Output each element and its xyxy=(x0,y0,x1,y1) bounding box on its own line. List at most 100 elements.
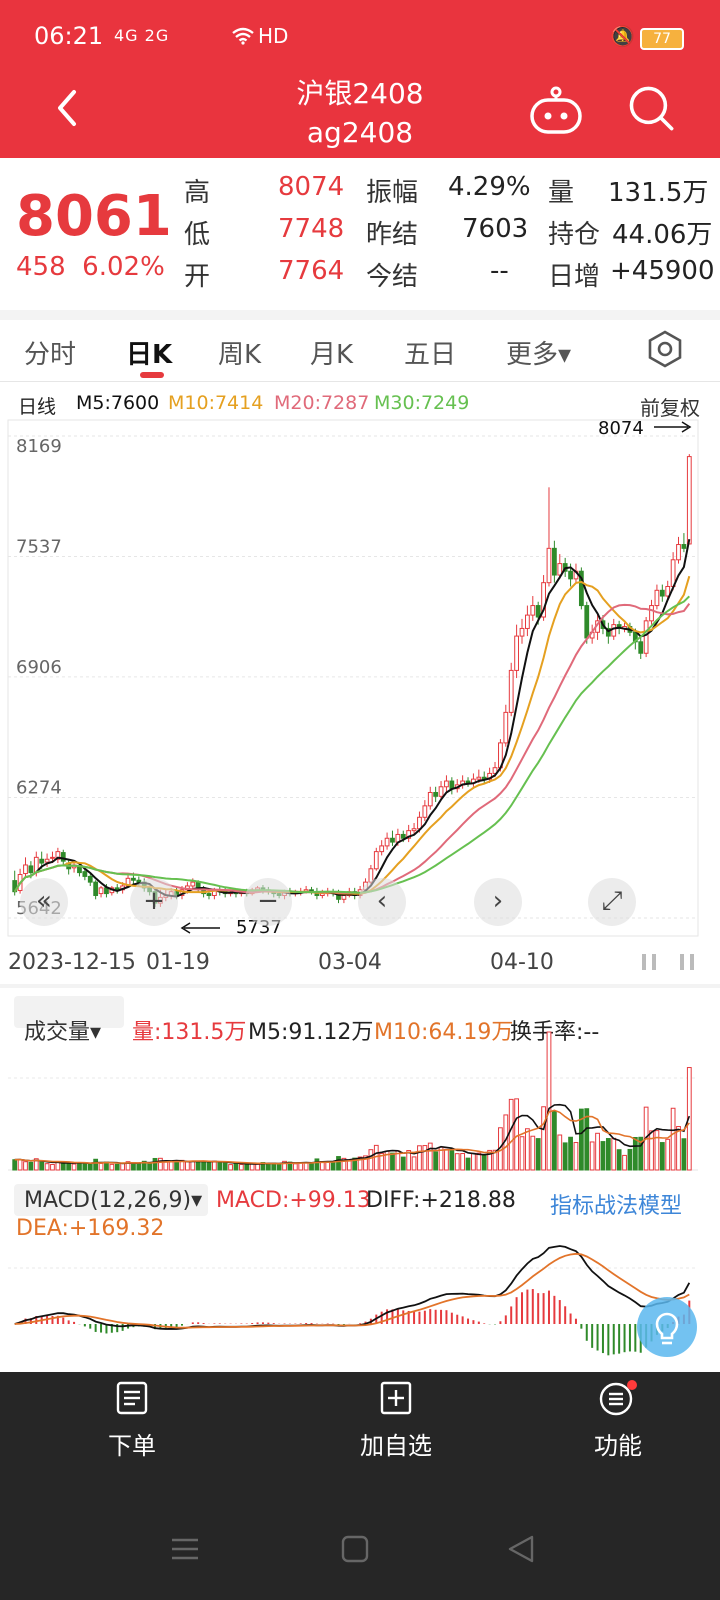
system-back-icon[interactable] xyxy=(506,1534,536,1564)
tab-five-day[interactable]: 五日 xyxy=(404,334,456,371)
candle-body xyxy=(98,887,104,895)
tab-more[interactable]: 更多▾ xyxy=(506,334,571,371)
tab-daily-k[interactable]: 日K xyxy=(126,334,172,371)
volume-bar xyxy=(562,1142,568,1171)
volume-bar xyxy=(185,1161,190,1171)
volume-bar xyxy=(152,1157,158,1171)
lightbulb-icon[interactable] xyxy=(636,1296,698,1358)
ma5-legend: M5:7600 xyxy=(76,392,160,414)
volume-bar xyxy=(573,1142,579,1171)
volume-bar xyxy=(336,1156,341,1171)
volume-bar xyxy=(238,1163,244,1171)
low-label: 低 xyxy=(184,220,211,250)
macd-indicator-label[interactable]: MACD(12,26,9)▾ xyxy=(24,1188,202,1213)
high-value: 8074 xyxy=(278,172,345,202)
candle-body xyxy=(611,624,617,637)
x-tick-label: 03-04 xyxy=(318,950,382,975)
price-adjust-label[interactable]: 前复权 xyxy=(640,392,700,421)
volume-bar xyxy=(71,1163,77,1171)
zoom-in-button[interactable]: + xyxy=(130,878,178,926)
macd-chart[interactable] xyxy=(0,1240,720,1364)
volume-chart[interactable] xyxy=(0,1030,720,1172)
tab-monthly-k[interactable]: 月K xyxy=(310,334,353,371)
dea-value: DEA:+169.32 xyxy=(16,1216,165,1241)
candle-body xyxy=(28,865,34,874)
indicator-model-link[interactable]: 指标战法模型 xyxy=(550,1188,682,1220)
volume-bar xyxy=(93,1158,99,1171)
candle-body xyxy=(87,875,93,883)
volume-bar xyxy=(557,1134,563,1171)
volume-bar xyxy=(514,1098,519,1171)
zoom-out-button[interactable]: − xyxy=(244,878,292,926)
open-label: 开 xyxy=(184,262,211,292)
active-tab-indicator xyxy=(140,372,164,378)
volume-bar xyxy=(476,1152,482,1171)
functions-button[interactable]: 功能 xyxy=(558,1380,678,1461)
chart-rewind-button[interactable]: « xyxy=(20,878,68,926)
volume-bar xyxy=(303,1162,309,1171)
scroll-right-button[interactable]: › xyxy=(474,878,522,926)
tab-weekly-k[interactable]: 周K xyxy=(218,334,261,371)
volume-bar xyxy=(174,1161,179,1171)
volume-bar xyxy=(17,1158,23,1171)
volume-bar xyxy=(201,1160,206,1171)
volume-bar xyxy=(417,1145,422,1171)
candle-body xyxy=(39,858,45,864)
candle-body xyxy=(60,852,66,862)
volume-bar xyxy=(622,1154,627,1171)
status-bar: 06:21 4G 2G HD 🔕 77 xyxy=(0,0,720,70)
volume-bar xyxy=(676,1126,681,1171)
search-icon[interactable] xyxy=(624,84,680,134)
candle-body xyxy=(400,833,406,839)
volume-bar xyxy=(659,1142,665,1171)
recent-apps-icon[interactable] xyxy=(170,1534,200,1564)
candle-body xyxy=(195,881,201,889)
volume-bar xyxy=(168,1161,174,1171)
volume-bar xyxy=(39,1161,45,1171)
candle-body xyxy=(427,791,433,807)
chart-grid xyxy=(8,435,698,919)
volume-bar xyxy=(28,1161,34,1171)
volume-bar xyxy=(158,1157,163,1171)
volume-bar xyxy=(114,1163,120,1171)
macd-value: MACD:+99.13 xyxy=(216,1188,371,1213)
notification-dot xyxy=(627,1380,637,1390)
scroll-left-button[interactable]: ‹ xyxy=(358,878,406,926)
volume-bar xyxy=(422,1145,428,1171)
home-icon[interactable] xyxy=(340,1534,370,1564)
robot-assistant-icon[interactable] xyxy=(528,86,584,136)
ma20-legend: M20:7287 xyxy=(274,392,370,414)
candle-body xyxy=(476,776,482,780)
order-button[interactable]: 下单 xyxy=(72,1380,192,1461)
add-watchlist-button[interactable]: 加自选 xyxy=(336,1380,456,1461)
volume-bar xyxy=(530,1135,536,1171)
add-watchlist-icon xyxy=(380,1381,412,1415)
volume-bar xyxy=(217,1161,223,1171)
candlestick-chart[interactable]: 81697537690662745642 8074 5737 xyxy=(0,418,720,938)
candle-body xyxy=(379,845,385,853)
volume-bar xyxy=(616,1149,622,1171)
candle-body xyxy=(568,570,573,580)
candle-body xyxy=(503,711,509,744)
candle-body xyxy=(390,837,395,843)
app-header: 06:21 4G 2G HD 🔕 77 沪银2408 ag2408 xyxy=(0,0,720,158)
change-percent: 6.02% xyxy=(82,252,165,282)
volume-bar xyxy=(292,1163,298,1171)
fullscreen-button[interactable]: ⤢ xyxy=(588,878,636,926)
tab-intraday[interactable]: 分时 xyxy=(24,334,76,371)
settle-label: 今结 xyxy=(366,262,419,292)
volume-bar xyxy=(611,1137,617,1171)
candle-body xyxy=(525,614,530,629)
volume-bar xyxy=(627,1148,633,1171)
volume-label: 量 xyxy=(548,178,575,208)
candle-body xyxy=(44,858,50,863)
back-arrow-icon[interactable] xyxy=(48,88,88,128)
open-interest-value: 44.06万 xyxy=(612,220,713,250)
volume-bar xyxy=(82,1163,88,1171)
candle-body xyxy=(643,620,649,654)
status-time: 06:21 xyxy=(34,22,104,50)
volume-bar xyxy=(546,1031,552,1171)
wifi-icon xyxy=(232,27,254,45)
volume-bar xyxy=(449,1148,455,1171)
settings-icon[interactable] xyxy=(646,330,684,368)
